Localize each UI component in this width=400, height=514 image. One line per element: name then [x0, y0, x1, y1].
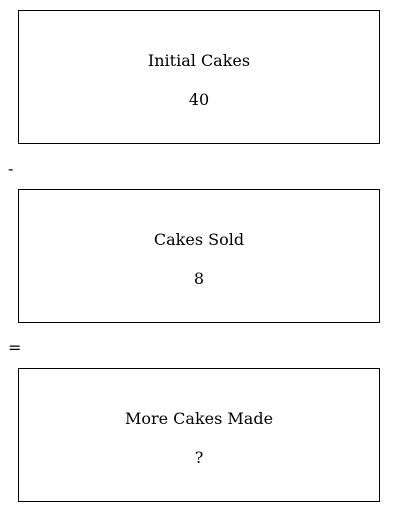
- minus-operator: -: [8, 159, 14, 178]
- equals-operator: =: [8, 338, 22, 357]
- initial-cakes-label: Initial Cakes: [147, 51, 251, 70]
- more-cakes-made-box: More Cakes Made ?: [18, 368, 380, 502]
- more-cakes-made-label: More Cakes Made: [124, 409, 274, 428]
- more-cakes-made-value: ?: [194, 448, 204, 467]
- initial-cakes-value: 40: [188, 90, 210, 109]
- initial-cakes-box: Initial Cakes 40: [18, 10, 380, 144]
- cakes-sold-label: Cakes Sold: [153, 230, 245, 249]
- cakes-sold-value: 8: [193, 269, 205, 288]
- cakes-sold-box: Cakes Sold 8: [18, 189, 380, 323]
